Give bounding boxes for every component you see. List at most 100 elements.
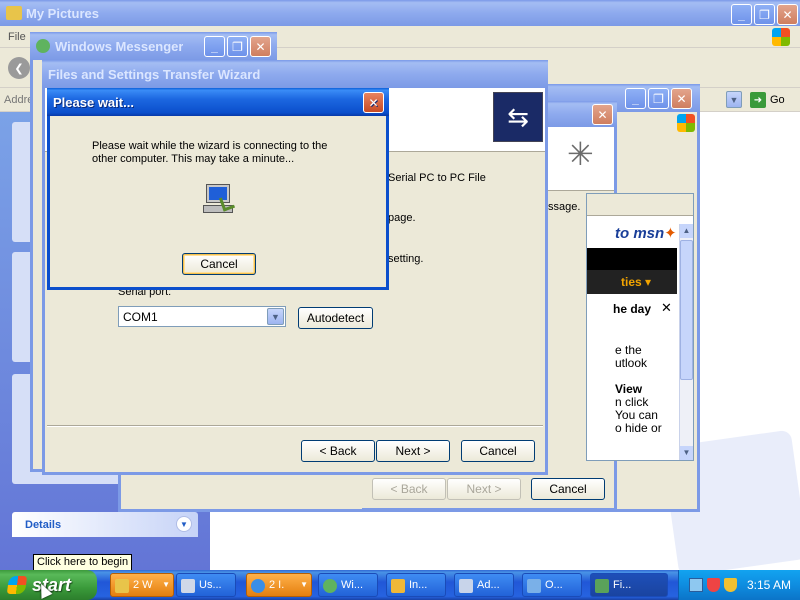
security-shield-icon[interactable] bbox=[707, 578, 720, 592]
cancel-button[interactable]: Cancel bbox=[461, 440, 535, 462]
serial-port-select[interactable]: COM1 ▼ bbox=[118, 306, 286, 327]
my-pictures-title-bar[interactable]: My Pictures _ ❐ ✕ bbox=[0, 0, 800, 26]
msn-page: to msn✦ ties ▾ he day ✕ e the utlook Vie… bbox=[586, 193, 694, 461]
taskbar-item-files-settings-wizard[interactable]: Fi... bbox=[590, 573, 668, 597]
back-button[interactable]: < Back bbox=[301, 440, 375, 462]
task-label: 2 I. bbox=[269, 579, 285, 591]
messenger-title-bar[interactable]: Windows Messenger _ ❐ ✕ bbox=[30, 32, 277, 60]
network-icon[interactable] bbox=[689, 578, 703, 592]
wizard-back-button[interactable]: < Back bbox=[372, 478, 446, 500]
taskbar-item-user-accounts[interactable]: Us... bbox=[176, 573, 236, 597]
go-button[interactable]: Go bbox=[770, 94, 785, 106]
wizard-divider bbox=[47, 425, 543, 427]
connecting-computer-icon bbox=[203, 184, 236, 216]
messenger-icon bbox=[323, 579, 337, 593]
address-label: Addre bbox=[4, 94, 34, 106]
dialog-title: Please wait... bbox=[53, 94, 134, 110]
please-wait-dialog: Please wait... ✕ Please wait while the w… bbox=[47, 88, 389, 290]
chevron-down-icon[interactable]: ▼ bbox=[176, 516, 192, 532]
internet-explorer-icon bbox=[251, 579, 265, 593]
close-button[interactable]: ✕ bbox=[592, 104, 613, 125]
msn-ties-label: ties bbox=[621, 275, 642, 289]
messenger-icon bbox=[36, 39, 50, 53]
tip-text: e the utlook View n click You can o hide… bbox=[615, 343, 662, 435]
window-title: Windows Messenger bbox=[55, 38, 184, 54]
folder-icon bbox=[6, 6, 22, 20]
please-wait-title-bar[interactable]: Please wait... ✕ bbox=[47, 88, 389, 116]
wizard-next-button[interactable]: Next > bbox=[447, 478, 521, 500]
msn-scrollbar[interactable]: ▲ ▼ bbox=[679, 224, 693, 460]
cursor-sparkle-icon: ✳ bbox=[567, 136, 594, 172]
task-label: Wi... bbox=[341, 579, 363, 591]
maximize-button[interactable]: ❐ bbox=[227, 36, 248, 57]
chevron-down-icon[interactable]: ▼ bbox=[267, 308, 284, 325]
address-dropdown-icon[interactable]: ▼ bbox=[726, 91, 742, 108]
task-label: Us... bbox=[199, 579, 222, 591]
window-title: Files and Settings Transfer Wizard bbox=[48, 66, 261, 82]
transfer-wizard-title-bar[interactable]: Files and Settings Transfer Wizard bbox=[42, 60, 548, 88]
add-programs-icon bbox=[459, 579, 473, 593]
minimize-button[interactable]: _ bbox=[625, 88, 646, 109]
task-label: 2 W bbox=[133, 579, 153, 591]
taskbar-item-options[interactable]: O... bbox=[522, 573, 582, 597]
clock[interactable]: 3:15 AM bbox=[747, 578, 791, 592]
tooltip-text: Click here to begin bbox=[37, 556, 129, 568]
taskbar-item-add[interactable]: Ad... bbox=[454, 573, 514, 597]
wizard-text-setting: setting. bbox=[388, 253, 424, 265]
please-wait-cancel-button[interactable]: Cancel bbox=[182, 253, 256, 275]
scroll-up-icon[interactable]: ▲ bbox=[680, 224, 693, 238]
taskbar-item-internet-explorer[interactable]: 2 I. ▼ bbox=[246, 573, 312, 597]
users-icon bbox=[181, 579, 195, 593]
transfer-computers-icon: ⇆ bbox=[493, 92, 543, 142]
menu-file[interactable]: File bbox=[8, 31, 26, 43]
taskbar-item-windows-messenger[interactable]: Wi... bbox=[318, 573, 378, 597]
task-label: In... bbox=[409, 579, 428, 591]
wizard-text-page: page. bbox=[388, 212, 416, 224]
windows-logo-icon bbox=[772, 28, 790, 46]
autodetect-button[interactable]: Autodetect bbox=[298, 307, 373, 329]
chevron-down-icon: ▼ bbox=[162, 580, 170, 589]
close-button[interactable]: ✕ bbox=[363, 92, 384, 113]
wizard-text-message: ssage. bbox=[548, 201, 581, 213]
document-icon bbox=[391, 579, 405, 593]
msn-dark-band bbox=[587, 248, 677, 270]
maximize-button[interactable]: ❐ bbox=[754, 4, 775, 25]
taskbar-item-windows-explorer[interactable]: 2 W ▼ bbox=[110, 573, 174, 597]
close-button[interactable]: ✕ bbox=[671, 88, 692, 109]
next-button[interactable]: Next > bbox=[376, 440, 450, 462]
scroll-thumb[interactable] bbox=[680, 240, 693, 380]
maximize-button[interactable]: ❐ bbox=[648, 88, 669, 109]
details-label: Details bbox=[25, 519, 62, 531]
task-label: Fi... bbox=[613, 579, 632, 591]
task-label: O... bbox=[545, 579, 563, 591]
tip-close-icon[interactable]: ✕ bbox=[661, 300, 672, 316]
transfer-wizard-icon bbox=[595, 579, 609, 593]
task-label: Ad... bbox=[477, 579, 500, 591]
chevron-down-icon: ▼ bbox=[300, 580, 308, 589]
system-tray: 3:15 AM bbox=[678, 570, 800, 600]
start-tooltip: Click here to begin bbox=[33, 554, 133, 571]
windows-flag-icon bbox=[6, 576, 28, 594]
taskbar: start 2 W ▼ Us... 2 I. ▼ Wi... In... Ad.… bbox=[0, 570, 800, 600]
close-button[interactable]: ✕ bbox=[250, 36, 271, 57]
minimize-button[interactable]: _ bbox=[731, 4, 752, 25]
please-wait-message: Please wait while the wizard is connecti… bbox=[92, 140, 328, 165]
windows-logo-icon bbox=[677, 114, 695, 132]
options-icon bbox=[527, 579, 541, 593]
details-panel-header[interactable]: Details ▼ bbox=[12, 512, 198, 537]
wizard-text-serial: Serial PC to PC File bbox=[388, 172, 486, 184]
taskbar-item-internet[interactable]: In... bbox=[386, 573, 446, 597]
msn-ties-bar[interactable]: ties ▾ bbox=[587, 270, 677, 294]
close-button[interactable]: ✕ bbox=[777, 4, 798, 25]
folder-icon bbox=[115, 579, 129, 593]
msn-header bbox=[587, 194, 693, 216]
minimize-button[interactable]: _ bbox=[204, 36, 225, 57]
wizard-cancel-button[interactable]: Cancel bbox=[531, 478, 605, 500]
tip-title: he day bbox=[613, 302, 652, 316]
go-arrow-icon[interactable]: ➜ bbox=[750, 92, 766, 108]
scroll-down-icon[interactable]: ▼ bbox=[680, 446, 693, 460]
alert-shield-icon[interactable] bbox=[724, 578, 737, 592]
back-arrow-icon[interactable]: ❮ bbox=[8, 57, 30, 79]
serial-port-value: COM1 bbox=[123, 310, 158, 324]
window-title: My Pictures bbox=[26, 5, 99, 21]
